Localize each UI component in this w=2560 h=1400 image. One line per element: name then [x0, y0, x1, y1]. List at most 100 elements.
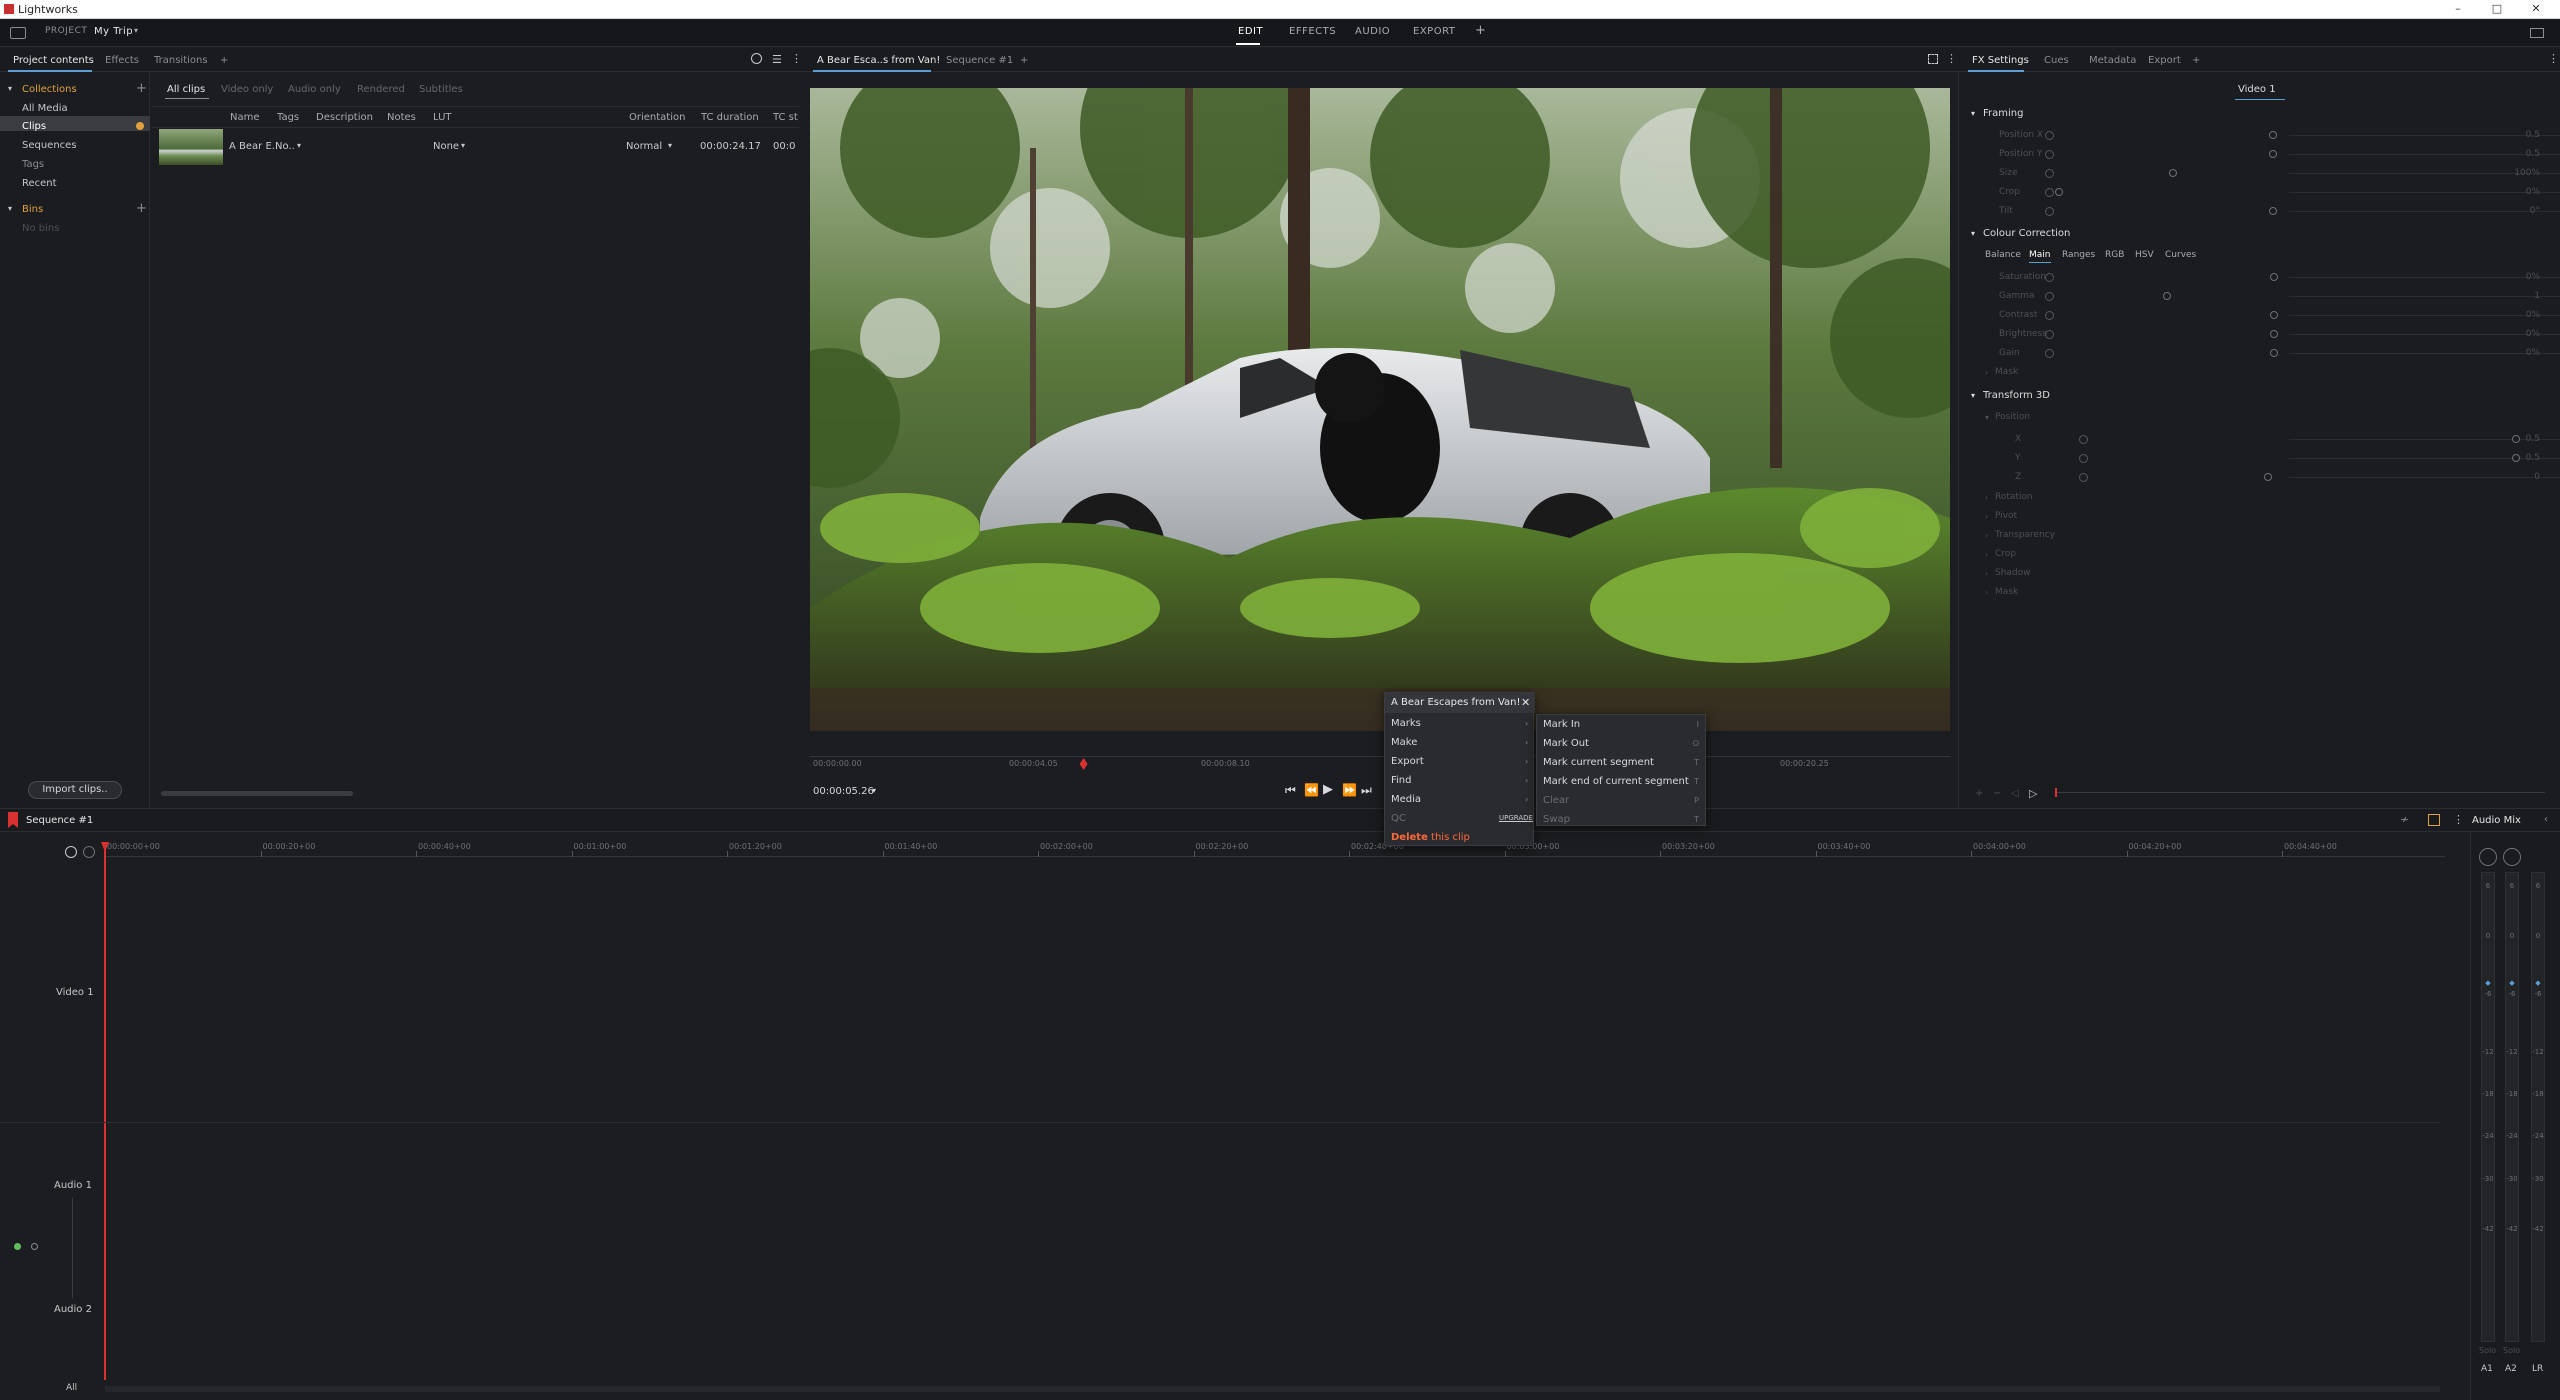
track-header-audio-1[interactable]: Audio 1 — [54, 1180, 92, 1191]
param-slider-knob[interactable] — [2264, 473, 2272, 481]
transform-group[interactable]: Rotation — [1995, 492, 2033, 502]
tab-all-clips[interactable]: All clips — [167, 84, 205, 95]
reset-icon[interactable] — [2045, 150, 2054, 159]
close-window-button[interactable]: ✕ — [2524, 1, 2548, 17]
transform-group[interactable]: Shadow — [1995, 568, 2031, 578]
menu-item-make[interactable]: Make — [1391, 737, 1417, 748]
collection-recent[interactable]: Recent — [22, 178, 57, 189]
param-slider-knob[interactable] — [2270, 330, 2278, 338]
next-keyframe-icon[interactable]: ▷ — [2029, 787, 2037, 800]
reset-icon[interactable] — [2045, 349, 2054, 358]
reset-icon[interactable] — [2045, 273, 2054, 282]
more-options-icon[interactable]: ⋮ — [791, 52, 802, 65]
room-effects[interactable]: EFFECTS — [1289, 26, 1336, 37]
sequence-more-icon[interactable]: ⋮ — [2453, 813, 2464, 826]
param-slider-knob[interactable] — [2169, 169, 2177, 177]
clip-orientation[interactable]: Normal — [626, 141, 662, 152]
all-tracks-button[interactable]: All — [66, 1383, 77, 1393]
add-room-button[interactable]: + — [1475, 23, 1486, 38]
step-forward-icon[interactable]: ⏩ — [1342, 783, 1357, 797]
audio-mix-label[interactable]: Audio Mix — [2472, 815, 2521, 826]
param-slider-track[interactable] — [2289, 154, 2560, 155]
reset-icon[interactable] — [2045, 188, 2054, 197]
fx-param-value[interactable]: 0% — [2526, 310, 2540, 320]
reset-icon[interactable] — [2045, 330, 2054, 339]
tab-fx-settings[interactable]: FX Settings — [1972, 55, 2029, 66]
fx-param-value[interactable]: 0% — [2526, 329, 2540, 339]
fx-param-value[interactable]: 0.5 — [2526, 453, 2540, 463]
menu-item-marks[interactable]: Marks — [1391, 718, 1421, 729]
solo-a2[interactable]: Solo — [2503, 1346, 2520, 1355]
column-tc-start[interactable]: TC st — [773, 112, 798, 123]
column-lut[interactable]: LUT — [433, 112, 452, 123]
colour-mask[interactable]: Mask — [1995, 367, 2018, 377]
audio-inactive-dot[interactable] — [31, 1243, 38, 1250]
maximize-button[interactable]: □ — [2485, 1, 2509, 17]
room-edit[interactable]: EDIT — [1238, 26, 1263, 37]
chevron-right-icon[interactable]: › — [1985, 550, 1988, 559]
tab-project-contents[interactable]: Project contents — [13, 55, 94, 66]
fx-param-value[interactable]: 0.5 — [2526, 434, 2540, 444]
transform-position[interactable]: Position — [1995, 412, 2030, 422]
colour-tab-balance[interactable]: Balance — [1985, 250, 2021, 260]
tab-subtitles[interactable]: Subtitles — [419, 84, 463, 95]
pan-knob-a2[interactable] — [2503, 848, 2521, 866]
add-bin-icon[interactable]: + — [136, 201, 147, 216]
submenu-item[interactable]: Swap — [1543, 814, 1570, 825]
viewer-timecode[interactable]: 00:00:05.26 — [813, 786, 874, 797]
timeline[interactable]: 00:00:00+00 00:00:20+00 00:00:40+00 00:01:0… — [0, 832, 2470, 1400]
channel-a2[interactable]: A2 — [2505, 1364, 2517, 1374]
column-notes[interactable]: Notes — [387, 112, 416, 123]
track-header-video-1[interactable]: Video 1 — [56, 987, 94, 998]
pan-knob-a1[interactable] — [2479, 848, 2497, 866]
add-viewer-tab-button[interactable]: + — [1020, 55, 1028, 66]
chevron-right-icon[interactable]: › — [1985, 493, 1988, 502]
transform-group[interactable]: Pivot — [1995, 511, 2017, 521]
menu-item-media[interactable]: Media — [1391, 794, 1421, 805]
menu-item-qc[interactable]: QC — [1391, 813, 1406, 824]
go-to-start-icon[interactable]: ⏮ — [1285, 783, 1296, 798]
fx-more-icon[interactable]: ⋮ — [2548, 52, 2559, 65]
bins-expand-icon[interactable]: ▾ — [8, 204, 12, 213]
param-slider-knob[interactable] — [2270, 349, 2278, 357]
chevron-right-icon[interactable]: › — [1985, 531, 1988, 540]
viewer-more-icon[interactable]: ⋮ — [1946, 52, 1957, 65]
column-orientation[interactable]: Orientation — [629, 112, 685, 123]
reset-icon[interactable] — [2079, 473, 2088, 482]
add-collection-icon[interactable]: + — [136, 81, 147, 96]
submenu-item[interactable]: Mark In — [1543, 719, 1580, 730]
chevron-down-icon[interactable]: ▾ — [872, 786, 876, 795]
layout-icon[interactable] — [2530, 28, 2544, 38]
fx-param-value[interactable]: 0 — [2534, 472, 2540, 482]
param-slider-track[interactable] — [2289, 135, 2560, 136]
fader-handle[interactable]: ◆ — [2528, 980, 2548, 987]
audio-active-dot[interactable] — [14, 1243, 21, 1250]
collections-expand-icon[interactable]: ▾ — [8, 84, 12, 93]
tab-effects[interactable]: Effects — [105, 55, 139, 66]
project-name-dropdown[interactable]: My Trip — [94, 26, 133, 37]
timeline-scrollbar[interactable] — [105, 1386, 2440, 1392]
tab-metadata[interactable]: Metadata — [2089, 55, 2136, 66]
param-slider-track[interactable] — [2289, 334, 2560, 335]
add-fx-tab-button[interactable]: + — [2192, 55, 2200, 66]
param-slider-track[interactable] — [2289, 477, 2560, 478]
import-clips-button[interactable]: Import clips.. — [28, 781, 122, 799]
step-back-icon[interactable]: ⏪ — [1304, 783, 1319, 797]
chevron-right-icon[interactable]: › — [1985, 368, 1988, 377]
menu-item-delete-clip[interactable]: Delete this clip — [1391, 832, 1470, 843]
column-tags[interactable]: Tags — [277, 112, 299, 123]
clip-lut[interactable]: None — [433, 141, 459, 152]
param-slider-track[interactable] — [2289, 192, 2560, 193]
zoom-in-icon[interactable] — [65, 846, 77, 858]
transform-group[interactable]: Transparency — [1995, 530, 2055, 540]
prev-keyframe-icon[interactable]: ◁ — [2011, 788, 2019, 799]
list-view-icon[interactable]: ☰ — [772, 53, 782, 66]
remove-keyframe-icon[interactable]: − — [1993, 788, 2001, 799]
collection-tags[interactable]: Tags — [22, 159, 44, 170]
column-tc-duration[interactable]: TC duration — [701, 112, 759, 123]
param-slider-track[interactable] — [2289, 315, 2560, 316]
colour-tab-ranges[interactable]: Ranges — [2062, 250, 2095, 260]
viewer-playhead[interactable] — [1079, 758, 1088, 770]
param-slider-knob[interactable] — [2163, 292, 2171, 300]
chevron-right-icon[interactable]: › — [1985, 569, 1988, 578]
